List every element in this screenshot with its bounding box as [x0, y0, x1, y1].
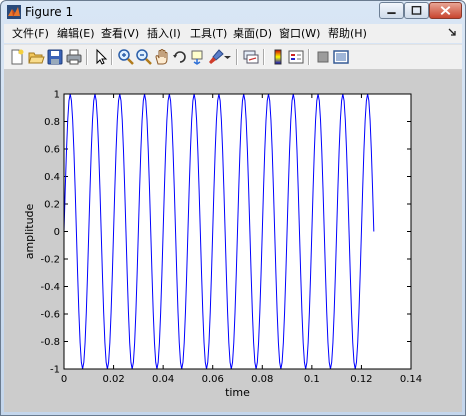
close-icon [440, 6, 451, 15]
y-tick-label: 0 [54, 227, 60, 238]
x-axis-label: time [225, 386, 250, 399]
x-tick-label: 0.02 [102, 374, 124, 385]
x-tick-label: 0.14 [400, 374, 422, 385]
maximize-button[interactable] [404, 2, 429, 19]
y-tick-label: -0.4 [40, 282, 60, 293]
toolbar-separator [236, 49, 238, 65]
x-tick-label: 0.06 [202, 374, 224, 385]
menu-bar: 文件(F) 编辑(E) 查看(V) 插入(I) 工具(T) 桌面(D) 窗口(W… [4, 24, 462, 43]
colorbar-icon[interactable] [269, 48, 287, 66]
minimize-button[interactable] [379, 2, 404, 19]
y-tick-label: 0.4 [44, 172, 60, 183]
brush-dropdown-icon[interactable] [223, 48, 232, 66]
toolbar-separator [86, 49, 88, 65]
maximize-icon [411, 5, 422, 15]
y-tick-label: -0.2 [40, 255, 60, 266]
menu-file[interactable]: 文件(F) [12, 26, 49, 41]
x-tick-label: 0.08 [251, 374, 273, 385]
toolbar-separator [308, 49, 310, 65]
print-icon[interactable] [65, 48, 83, 66]
window-title: Figure 1 [25, 5, 74, 19]
open-file-icon[interactable] [27, 48, 45, 66]
y-tick-label: 0.6 [44, 145, 60, 156]
y-tick-label: -0.8 [40, 337, 60, 348]
zoom-in-icon[interactable] [117, 48, 135, 66]
menu-insert[interactable]: 插入(I) [147, 26, 181, 41]
y-tick-label: 0.8 [44, 117, 60, 128]
data-cursor-icon[interactable] [189, 48, 207, 66]
y-axis-label: amplitude [23, 203, 36, 259]
figure-canvas: 0 0.02 0.04 0.06 0.08 0.1 0.12 0.14 -1 -0.8 -0.6 -0… [4, 69, 462, 412]
x-tick-label: 0.12 [350, 374, 372, 385]
plot-svg: 0 0.02 0.04 0.06 0.08 0.1 0.12 0.14 -1 -0.8 -0.6 -0… [23, 90, 422, 400]
menu-view[interactable]: 查看(V) [101, 26, 139, 41]
pan-hand-icon[interactable] [153, 48, 171, 66]
zoom-out-icon[interactable] [135, 48, 153, 66]
title-bar[interactable]: Figure 1 [1, 1, 465, 23]
dock-arrow-icon[interactable] [448, 28, 457, 37]
matlab-logo-icon [7, 5, 21, 19]
y-tick-label: 0.2 [44, 200, 60, 211]
toolbar-separator [111, 49, 113, 65]
y-tick-label: -0.6 [40, 310, 60, 321]
x-tick-label: 0.1 [304, 374, 320, 385]
new-figure-icon[interactable] [8, 48, 26, 66]
rotate-3d-icon[interactable] [171, 48, 189, 66]
x-tick-label: 0 [61, 374, 67, 385]
legend-icon[interactable] [287, 48, 305, 66]
minimize-icon [387, 12, 396, 15]
menu-help[interactable]: 帮助(H) [328, 26, 367, 41]
hide-plot-tools-icon[interactable] [314, 48, 332, 66]
menu-tools[interactable]: 工具(T) [190, 26, 227, 41]
y-tick-label: 1 [54, 90, 60, 101]
x-tick-label: 0.04 [152, 374, 174, 385]
toolbar-separator [263, 49, 265, 65]
show-plot-tools-icon[interactable] [332, 48, 350, 66]
figure-window: Figure 1 文件(F) 编辑(E) 查看(V) 插入(I) 工具(T) 桌… [0, 0, 466, 416]
figure-toolbar [4, 44, 462, 69]
menu-desktop[interactable]: 桌面(D) [233, 26, 272, 41]
edit-plot-arrow-icon[interactable] [92, 48, 110, 66]
save-icon[interactable] [46, 48, 64, 66]
menu-window[interactable]: 窗口(W) [279, 26, 320, 41]
close-button[interactable] [429, 2, 462, 19]
menu-edit[interactable]: 编辑(E) [57, 26, 95, 41]
link-plot-icon[interactable] [242, 48, 260, 66]
y-tick-label: -1 [50, 365, 60, 376]
